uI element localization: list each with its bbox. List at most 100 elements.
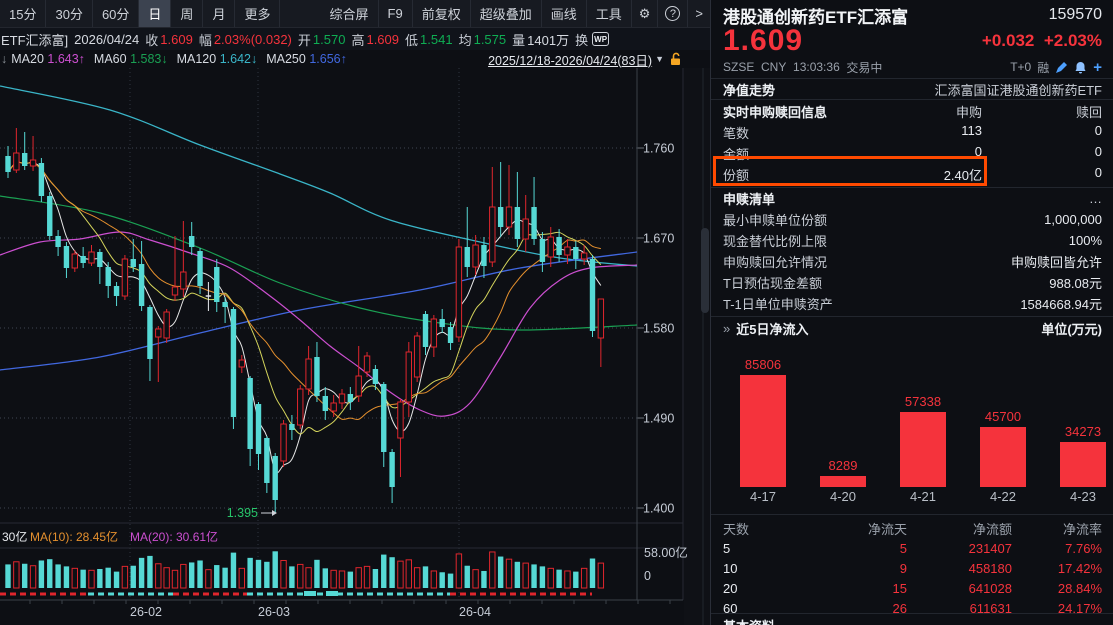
list-item: 最小申赎单位份额1,000,000 xyxy=(711,209,1113,230)
table-row: 金额 0 0 xyxy=(711,143,1113,164)
ma-legend: ↓ MA20 1.643↑ MA60 1.583↓ MA120 1.642↓ MA25… xyxy=(0,50,710,68)
bar xyxy=(1060,442,1106,487)
date-range-label[interactable]: 2025/12/18-2026/04/24(83日) xyxy=(488,50,652,69)
list-item: T-1日单位申赎资产1584668.94元 xyxy=(711,293,1113,314)
svg-text:0: 0 xyxy=(644,569,651,583)
col-redeem: 赎回 xyxy=(982,102,1102,121)
nav-trend-row[interactable]: 净值走势 汇添富国证港股通创新药ETF xyxy=(711,80,1113,99)
table-row: 20 15 641028 28.84% xyxy=(711,578,1113,598)
svg-text:1.400: 1.400 xyxy=(643,502,674,516)
nav-trend-label[interactable]: 净值走势 xyxy=(723,80,775,99)
quote-bar: ETF汇添富]2026/04/24收1.609幅2.03%(0.032)开1.5… xyxy=(0,28,710,50)
quote-field: 1401万 xyxy=(527,30,569,49)
period-tab-周[interactable]: 周 xyxy=(171,0,203,27)
svg-text:MA(20): 30.61亿: MA(20): 30.61亿 xyxy=(130,529,218,544)
svg-text:1.760: 1.760 xyxy=(643,142,674,156)
chart-toolbar: 15分30分60分日周月更多 综合屏F9前复权超级叠加画线工具⚙?> xyxy=(0,0,710,28)
currency-label: CNY xyxy=(761,60,786,74)
last-price: 1.609 xyxy=(723,24,803,58)
ma-legend-item-MA250: MA250 1.656↑ xyxy=(266,52,347,66)
help-icon[interactable]: ? xyxy=(658,0,688,27)
svg-text:1.395: 1.395 xyxy=(227,506,258,520)
period-tab-15分[interactable]: 15分 xyxy=(0,0,46,27)
quote-field: 低 xyxy=(405,30,418,49)
quote-field: 换 xyxy=(575,30,588,49)
quote-field: ETF汇添富] xyxy=(1,30,68,49)
list-item: T日预估现金差额988.08元 xyxy=(711,272,1113,293)
quote-field: 1.609 xyxy=(366,32,399,47)
stock-info-panel: 港股通创新药ETF汇添富 159570 1.609 +0.032 +2.03% … xyxy=(710,0,1113,625)
legend-fragment: ↓ xyxy=(1,52,7,66)
unlock-icon[interactable] xyxy=(669,52,682,66)
quote-time: 13:03:36 xyxy=(793,60,840,74)
toolbar-button-工具[interactable]: 工具 xyxy=(587,0,632,27)
quote-field: 均 xyxy=(459,30,472,49)
quote-field: 1.575 xyxy=(474,32,507,47)
wencai-wp-icon[interactable]: WP xyxy=(592,32,609,46)
edit-icon[interactable] xyxy=(1055,61,1068,74)
svg-text:30亿: 30亿 xyxy=(2,529,27,544)
margin-badge: 融 xyxy=(1037,59,1049,76)
svg-text:1.490: 1.490 xyxy=(643,412,674,426)
bar xyxy=(740,375,786,487)
basic-info-section-header[interactable]: 基本资料 xyxy=(723,616,775,625)
tplus-badge: T+0 xyxy=(1010,60,1031,74)
price-change: +0.032 +2.03% xyxy=(982,31,1102,51)
table-row: 10 9 458180 17.42% xyxy=(711,558,1113,578)
svg-text:58.00亿: 58.00亿 xyxy=(644,545,688,560)
stock-code: 159570 xyxy=(1049,6,1102,24)
flow5-unit: 单位(万元) xyxy=(1041,319,1102,338)
svg-text:1.670: 1.670 xyxy=(643,232,674,246)
candlestick-chart[interactable]: 1.760 1.670 1.580 1.490 1.400 1.395 30亿MA(10):… xyxy=(0,68,710,625)
period-tab-日[interactable]: 日 xyxy=(139,0,171,27)
toolbar-button-综合屏[interactable]: 综合屏 xyxy=(321,0,379,27)
bar xyxy=(980,427,1026,487)
date-range-selector[interactable]: 2025/12/18-2026/04/24(83日) ▼ xyxy=(488,50,682,69)
table-row: 5 5 231407 7.76% xyxy=(711,538,1113,558)
table-row-highlighted: 份额 2.40亿 0 xyxy=(711,164,1113,185)
svg-text:26-03: 26-03 xyxy=(258,605,290,619)
period-tab-月[interactable]: 月 xyxy=(203,0,235,27)
ma-legend-item-MA20: MA20 1.643↑ xyxy=(11,52,85,66)
add-icon[interactable]: + xyxy=(1093,59,1102,76)
quote-field: 量 xyxy=(512,30,525,49)
table-header-row: 天数 净流天 净流额 净流率 xyxy=(711,518,1113,538)
period-tab-30分[interactable]: 30分 xyxy=(46,0,92,27)
trading-app-window: 15分30分60分日周月更多 综合屏F9前复权超级叠加画线工具⚙?> ETF汇添富… xyxy=(0,0,1113,625)
bar xyxy=(900,412,946,487)
settings-gear-icon[interactable]: ⚙ xyxy=(632,0,659,27)
quote-field: 收 xyxy=(145,30,158,49)
svg-text:MA(10): 28.45亿: MA(10): 28.45亿 xyxy=(30,529,118,544)
svg-text:1.580: 1.580 xyxy=(643,322,674,336)
period-tab-更多[interactable]: 更多 xyxy=(235,0,280,27)
quote-field: 开 xyxy=(298,30,311,49)
table-row: 笔数 113 0 xyxy=(711,122,1113,143)
chevron-down-icon[interactable]: ▼ xyxy=(655,54,664,64)
subscription-list-header[interactable]: 申赎清单 … xyxy=(711,189,1113,208)
net-flow-table: 天数 净流天 净流额 净流率 5 5 231407 7.76% 10 9 458… xyxy=(711,518,1113,618)
quote-field: 1.570 xyxy=(313,32,346,47)
toolbar-button-超级叠加[interactable]: 超级叠加 xyxy=(471,0,542,27)
svg-text:26-04: 26-04 xyxy=(459,605,491,619)
period-tab-60分[interactable]: 60分 xyxy=(93,0,139,27)
expand-arrow-icon[interactable]: > xyxy=(688,0,710,27)
flow5-title: 近5日净流入 xyxy=(736,319,808,338)
bar-group: 85806 xyxy=(740,340,786,487)
trading-status: 交易中 xyxy=(846,59,882,76)
ma-legend-item-MA120: MA120 1.642↓ xyxy=(177,52,258,66)
quote-field: 2.03%(0.032) xyxy=(214,32,292,47)
net-inflow-bar-chart: 85806 8289 57338 45700 34273 4-17 4-20 4… xyxy=(721,340,1104,512)
collapse-chevron-icon[interactable]: » xyxy=(723,321,730,336)
quote-field: 2026/04/24 xyxy=(74,32,139,47)
more-ellipsis-icon[interactable]: … xyxy=(1089,191,1102,206)
toolbar-button-前复权[interactable]: 前复权 xyxy=(413,0,471,27)
toolbar-button-画线[interactable]: 画线 xyxy=(542,0,587,27)
col-subscribe: 申购 xyxy=(877,102,982,121)
bar xyxy=(820,476,866,487)
toolbar-button-F9[interactable]: F9 xyxy=(379,0,413,27)
alert-bell-icon[interactable] xyxy=(1074,61,1087,74)
ma-legend-item-MA60: MA60 1.583↓ xyxy=(94,52,168,66)
table-row: 60 26 611631 24.17% xyxy=(711,598,1113,618)
toolbar-spacer xyxy=(280,0,320,27)
quote-field: 高 xyxy=(351,30,364,49)
